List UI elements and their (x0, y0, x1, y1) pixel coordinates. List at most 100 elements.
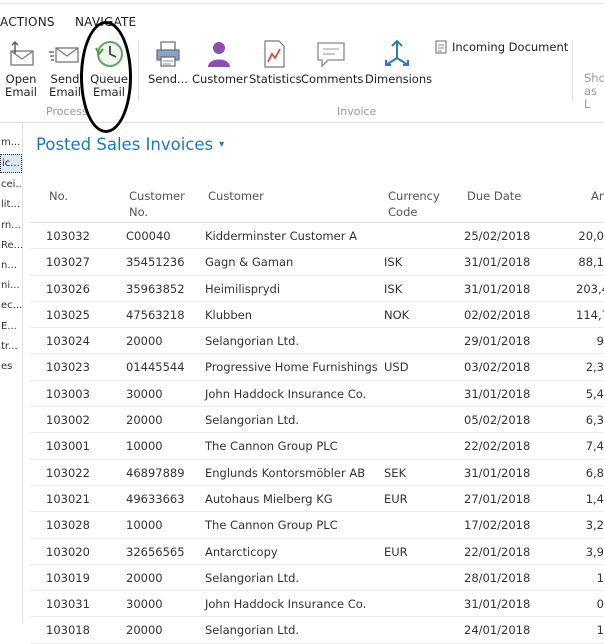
left-navigation-pane: m... ic... cei... lit... rn... Re... n..… (0, 123, 23, 623)
cell-customer-no[interactable]: 20000 (126, 571, 163, 585)
incoming-document-button[interactable]: Incoming Document (434, 40, 568, 54)
cell-customer[interactable]: Autohaus Mielberg KG (205, 492, 333, 506)
table-row[interactable]: 103032 C00040 Kidderminster Customer A 2… (30, 223, 604, 250)
tab-actions[interactable]: ACTIONS (0, 15, 55, 29)
cell-customer[interactable]: Selangorian Ltd. (205, 571, 299, 585)
cell-customer-no[interactable]: 20000 (126, 413, 163, 427)
nav-item[interactable]: lit... (0, 195, 22, 215)
cell-no[interactable]: 103027 (46, 255, 90, 269)
cell-no[interactable]: 103021 (46, 492, 90, 506)
column-header-currency[interactable]: Currency Code (388, 188, 440, 220)
chevron-down-icon[interactable]: ▾ (219, 139, 224, 150)
table-row[interactable]: 103019 20000 Selangorian Ltd. 28/01/2018… (30, 565, 604, 592)
page-title[interactable]: Posted Sales Invoices ▾ (36, 135, 224, 154)
cell-customer-no[interactable]: 35963852 (126, 282, 185, 296)
cell-no[interactable]: 103025 (46, 308, 90, 322)
nav-item[interactable]: cei... (0, 175, 22, 195)
cell-customer[interactable]: The Cannon Group PLC (205, 518, 338, 532)
cell-no[interactable]: 103019 (46, 571, 90, 585)
table-row[interactable]: 103002 20000 Selangorian Ltd. 05/02/2018… (30, 407, 604, 434)
cell-no[interactable]: 103028 (46, 518, 90, 532)
cell-no[interactable]: 103001 (46, 439, 90, 453)
table-row[interactable]: 103028 10000 The Cannon Group PLC 17/02/… (30, 512, 604, 539)
queue-email-button[interactable]: Queue Email (88, 34, 130, 99)
comments-button[interactable]: Comments (301, 34, 363, 86)
cell-customer-no[interactable]: 10000 (126, 518, 163, 532)
table-row[interactable]: 103003 30000 John Haddock Insurance Co. … (30, 381, 604, 408)
cell-no[interactable]: 103032 (46, 229, 90, 243)
table-row[interactable]: 103024 20000 Selangorian Ltd. 29/01/2018… (30, 328, 604, 355)
nav-item[interactable]: es (0, 357, 22, 377)
column-header-due-date[interactable]: Due Date (467, 188, 521, 204)
cell-customer[interactable]: Selangorian Ltd. (205, 413, 299, 427)
send-email-button[interactable]: Send Email (48, 34, 82, 99)
cell-customer[interactable]: Selangorian Ltd. (205, 334, 299, 348)
nav-item[interactable]: n... (0, 256, 22, 276)
statistics-button[interactable]: Statistics (249, 34, 302, 86)
cell-customer-no[interactable]: C00040 (126, 229, 171, 243)
table-row[interactable]: 103021 49633663 Autohaus Mielberg KG EUR… (30, 486, 604, 513)
cell-customer[interactable]: Kidderminster Customer A (205, 229, 357, 243)
nav-item[interactable]: Re... (0, 236, 22, 256)
cell-customer[interactable]: Antarcticopy (205, 545, 278, 559)
cell-customer[interactable]: John Haddock Insurance Co. (205, 597, 366, 611)
cell-customer[interactable]: Heimilisprydi (205, 282, 280, 296)
dimensions-button[interactable]: Dimensions (365, 34, 432, 86)
nav-item[interactable]: tr... (0, 337, 22, 357)
table-row[interactable]: 103020 32656565 Antarcticopy EUR 22/01/2… (30, 539, 604, 565)
cell-no[interactable]: 103003 (46, 387, 90, 401)
cell-customer-no[interactable]: 35451236 (126, 255, 185, 269)
table-row[interactable]: 103022 46897889 Englunds Kontorsmöbler A… (30, 460, 604, 486)
cell-no[interactable]: 103026 (46, 282, 90, 296)
table-row[interactable]: 103027 35451236 Gagn & Gaman ISK 31/01/2… (30, 249, 604, 276)
cell-no[interactable]: 103023 (46, 360, 90, 374)
cell-customer-no[interactable]: 32656565 (126, 545, 185, 559)
cell-customer-no[interactable]: 47563218 (126, 308, 185, 322)
cell-no[interactable]: 103031 (46, 597, 90, 611)
cell-customer[interactable]: Selangorian Ltd. (205, 623, 299, 637)
column-header-no[interactable]: No. (49, 188, 68, 204)
cell-customer[interactable]: Englunds Kontorsmöbler AB (205, 466, 365, 480)
column-header-amount[interactable]: An (591, 188, 604, 204)
cell-no[interactable]: 103018 (46, 623, 90, 637)
show-as-list-button[interactable]: Sho as L (584, 72, 604, 111)
table-row[interactable]: 103001 10000 The Cannon Group PLC 22/02/… (30, 433, 604, 460)
customer-button[interactable]: Customer (192, 34, 248, 86)
cell-customer-no[interactable]: 49633663 (126, 492, 185, 506)
cell-customer[interactable]: Progressive Home Furnishings (205, 360, 378, 374)
nav-item[interactable]: m... (0, 133, 22, 153)
cell-customer-no[interactable]: 20000 (126, 623, 163, 637)
cell-customer[interactable]: John Haddock Insurance Co. (205, 387, 366, 401)
cell-customer-no[interactable]: 01445544 (126, 360, 185, 374)
cell-customer-no[interactable]: 10000 (126, 439, 163, 453)
cell-customer-no[interactable]: 30000 (126, 597, 163, 611)
table-row[interactable]: 103023 01445544 Progressive Home Furnish… (30, 354, 604, 381)
cell-customer[interactable]: Klubben (205, 308, 252, 322)
open-email-button[interactable]: Open Email (2, 34, 40, 99)
cell-customer[interactable]: The Cannon Group PLC (205, 439, 338, 453)
column-header-customer-no[interactable]: Customer No. (129, 188, 185, 220)
nav-item[interactable]: ec... (0, 296, 22, 316)
table-row[interactable]: 103026 35963852 Heimilisprydi ISK 31/01/… (30, 276, 604, 302)
send-email-icon (49, 38, 81, 70)
cell-no[interactable]: 103020 (46, 545, 90, 559)
tab-navigate[interactable]: NAVIGATE (75, 15, 136, 29)
nav-item[interactable]: ni... (0, 276, 22, 296)
cell-no[interactable]: 103002 (46, 413, 90, 427)
cell-customer-no[interactable]: 30000 (126, 387, 163, 401)
cell-no[interactable]: 103022 (46, 466, 90, 480)
cell-customer[interactable]: Gagn & Gaman (205, 255, 293, 269)
nav-item[interactable]: rn... (0, 216, 22, 236)
table-row[interactable]: 103025 47563218 Klubben NOK 02/02/2018 1… (30, 302, 604, 329)
nav-item[interactable]: E... (0, 317, 22, 337)
table-row[interactable]: 103031 30000 John Haddock Insurance Co. … (30, 591, 604, 618)
cell-customer-no[interactable]: 46897889 (126, 466, 185, 480)
send-button[interactable]: Send... (148, 34, 188, 86)
cell-customer-no[interactable]: 20000 (126, 334, 163, 348)
cell-amount: 203,4 (576, 281, 604, 296)
table-row[interactable]: 103018 20000 Selangorian Ltd. 24/01/2018… (30, 617, 604, 644)
nav-item-selected[interactable]: ic... (0, 154, 22, 174)
cell-amount: 9 (596, 334, 604, 349)
column-header-customer[interactable]: Customer (208, 188, 264, 204)
cell-no[interactable]: 103024 (46, 334, 90, 348)
